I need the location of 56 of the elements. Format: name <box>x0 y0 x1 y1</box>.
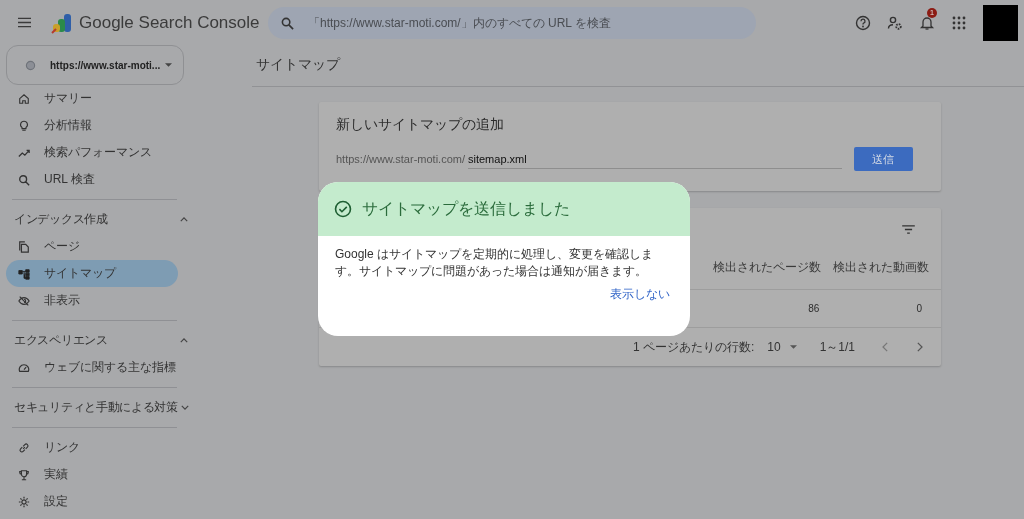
search-field[interactable]: 「https://www.star-moti.com/」内のすべての URL を検査 <box>268 6 756 39</box>
dropdown-caret-icon <box>165 63 173 67</box>
apps-grid-icon[interactable] <box>951 14 967 31</box>
nav-item[interactable]: 実績 <box>6 461 178 488</box>
next-page-icon[interactable] <box>916 342 923 352</box>
section-header[interactable]: セキュリティと手動による対策 <box>6 394 188 421</box>
column-header[interactable]: 検出された動画数 <box>833 259 929 289</box>
nav-item[interactable]: サイトマップ <box>6 260 178 287</box>
help-icon[interactable] <box>855 14 871 31</box>
logo-icon <box>51 11 73 34</box>
dialog-message: Google はサイトマップを定期的に処理し、変更を確認します。サイトマップに問題があった場合は通知が届きます。 <box>335 246 655 280</box>
dropdown-caret-icon <box>789 345 797 349</box>
settings-icon <box>18 495 30 508</box>
nav-item[interactable]: リンク <box>6 434 178 461</box>
search-icon <box>18 173 30 186</box>
nav-item[interactable]: ウェブに関する主な指標 <box>6 354 178 381</box>
dialog-title: サイトマップを送信しました <box>362 198 570 219</box>
nav-item[interactable]: URL 検査 <box>6 166 178 193</box>
submit-button[interactable]: 送信 <box>854 147 913 171</box>
menu-icon[interactable] <box>18 17 31 28</box>
nav-item[interactable]: ページ <box>6 233 178 260</box>
url-prefix: https://www.star-moti.com/ <box>336 153 465 165</box>
app-title: Google Search Console <box>79 12 261 33</box>
pages-icon <box>18 240 30 253</box>
home-icon <box>18 92 30 105</box>
dismiss-button[interactable]: 表示しない <box>604 283 676 305</box>
page-title: サイトマップ <box>252 45 1024 87</box>
user-settings-icon[interactable] <box>887 14 903 31</box>
nav-item[interactable]: 分析情報 <box>6 112 178 139</box>
check-circle-icon <box>334 200 352 218</box>
table-cell: 86 <box>808 303 820 314</box>
trophy-icon <box>18 468 30 481</box>
section-header[interactable]: エクスペリエンス <box>6 327 188 354</box>
nav-item[interactable]: 設定 <box>6 488 178 515</box>
page-range: 1～1/1 <box>819 338 855 356</box>
sitemap-icon <box>18 267 30 280</box>
link-icon <box>18 441 30 454</box>
column-header[interactable]: 検出されたページ数 <box>713 259 821 289</box>
section-header[interactable]: インデックス作成 <box>6 206 188 233</box>
property-selector[interactable]: https://www.star-moti... <box>6 45 184 85</box>
nav-item[interactable]: サマリー <box>6 85 178 112</box>
search-icon <box>281 16 294 30</box>
card-title: 新しいサイトマップの追加 <box>336 115 505 134</box>
rows-per-page-select[interactable]: 10 <box>767 340 797 354</box>
lightbulb-icon <box>18 119 30 132</box>
table-cell: 0 <box>916 303 922 314</box>
notification-badge: 1 <box>927 7 937 18</box>
sitemap-url-field[interactable]: sitemap.xml <box>468 149 842 169</box>
nav-item[interactable]: 非表示 <box>6 287 178 314</box>
hidden-eye-icon <box>18 294 30 307</box>
gauge-icon <box>18 361 30 374</box>
avatar[interactable] <box>983 4 1018 41</box>
nav-item[interactable]: 検索パフォーマンス <box>6 139 178 166</box>
rows-per-page-label: 1 ページあたりの行数: <box>632 338 755 356</box>
bell-icon[interactable] <box>919 14 935 31</box>
filter-icon[interactable] <box>902 225 915 234</box>
